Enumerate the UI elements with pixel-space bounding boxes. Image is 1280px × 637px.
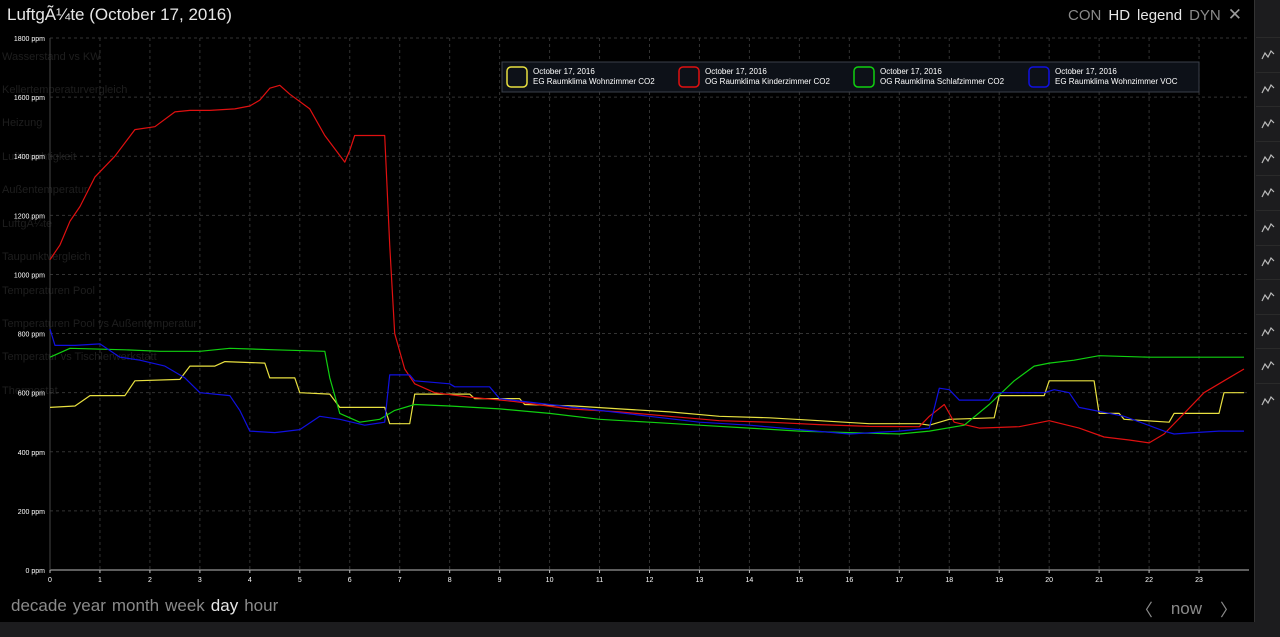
y-tick-label: 0 ppm [26, 568, 46, 575]
x-tick-label: 1 [98, 577, 102, 584]
x-tick-label: 15 [795, 577, 803, 584]
chart-icon[interactable] [1256, 382, 1280, 418]
range-selector: decade year month week day hour [11, 596, 278, 616]
range-decade-button[interactable]: decade [11, 596, 67, 616]
legend-label: EG Raumklima Wohnzimmer VOC [1055, 77, 1178, 86]
x-tick-label: 14 [746, 577, 754, 584]
x-tick-label: 3 [198, 577, 202, 584]
toolbar-hd-button[interactable]: HD [1108, 7, 1130, 24]
x-tick-label: 8 [448, 577, 452, 584]
range-week-button[interactable]: week [165, 596, 205, 616]
legend-label: EG Raumklima Wohnzimmer CO2 [533, 77, 655, 86]
x-tick-label: 11 [596, 577, 603, 584]
legend-date: October 17, 2016 [705, 67, 767, 76]
series-line-4[interactable] [49, 328, 1244, 435]
legend-date: October 17, 2016 [1055, 67, 1117, 76]
x-tick-label: 0 [48, 577, 52, 584]
x-tick-label: 17 [895, 577, 903, 584]
chart-icon[interactable] [1256, 106, 1280, 141]
x-tick-label: 18 [945, 577, 953, 584]
toolbar: CON HD legend DYN ✕ [1068, 5, 1242, 25]
x-tick-label: 12 [646, 577, 654, 584]
x-tick-label: 21 [1095, 577, 1103, 584]
y-tick-label: 1800 ppm [14, 36, 45, 43]
chart-icon[interactable] [1256, 279, 1280, 314]
y-tick-label: 400 ppm [18, 450, 45, 457]
chart-icon[interactable] [1256, 175, 1280, 210]
x-tick-label: 7 [398, 577, 402, 584]
series-line-2[interactable] [49, 84, 1245, 444]
y-tick-label: 1200 ppm [14, 213, 45, 220]
legend-date: October 17, 2016 [533, 67, 595, 76]
y-tick-label: 800 ppm [18, 332, 45, 339]
x-tick-label: 13 [696, 577, 704, 584]
chart-icon[interactable] [1256, 313, 1280, 349]
side-chart-menu [1256, 37, 1280, 418]
y-tick-label: 1000 ppm [14, 272, 45, 279]
range-year-button[interactable]: year [73, 596, 106, 616]
x-tick-label: 6 [348, 577, 352, 584]
next-chevron-icon[interactable]: 〉 [1220, 596, 1237, 621]
y-tick-label: 1400 ppm [14, 154, 45, 161]
x-tick-label: 4 [248, 577, 252, 584]
chart-icon[interactable] [1256, 37, 1280, 72]
now-button[interactable]: now [1171, 599, 1202, 619]
time-navigation: 〈 now 〉 [1136, 596, 1237, 621]
x-tick-label: 19 [995, 577, 1003, 584]
x-tick-label: 9 [498, 577, 502, 584]
series-line-3[interactable] [49, 347, 1244, 435]
legend-label: OG Raumklima Schlafzimmer CO2 [880, 77, 1005, 86]
x-tick-label: 10 [546, 577, 554, 584]
x-tick-label: 22 [1145, 577, 1153, 584]
chart-icon[interactable] [1256, 348, 1280, 383]
toolbar-con-button[interactable]: CON [1068, 7, 1101, 24]
range-day-button[interactable]: day [211, 596, 238, 616]
chart-icon[interactable] [1256, 71, 1280, 107]
y-tick-label: 600 ppm [18, 391, 45, 398]
chart-window: LuftgÃ¼te (October 17, 2016) CON HD lege… [0, 0, 1255, 622]
chart-icon[interactable] [1256, 244, 1280, 280]
x-tick-label: 2 [148, 577, 152, 584]
toolbar-legend-button[interactable]: legend [1137, 7, 1182, 24]
line-chart: 0 ppm 200 ppm 400 ppm 600 ppm 800 ppm 1000 pp… [14, 36, 1249, 584]
chart-icon[interactable] [1256, 140, 1280, 176]
prev-chevron-icon[interactable]: 〈 [1136, 596, 1153, 621]
x-tick-label: 5 [298, 577, 302, 584]
window-title: LuftgÃ¼te (October 17, 2016) [7, 5, 232, 24]
toolbar-dyn-button[interactable]: DYN [1189, 7, 1221, 24]
x-tick-label: 16 [845, 577, 853, 584]
y-tick-label: 200 ppm [18, 509, 45, 516]
y-tick-label: 1600 ppm [14, 95, 45, 102]
x-tick-label: 20 [1045, 577, 1053, 584]
legend-label: OG Raumklima Kinderzimmer CO2 [705, 77, 830, 86]
range-month-button[interactable]: month [112, 596, 159, 616]
chart-icon[interactable] [1256, 209, 1280, 245]
range-hour-button[interactable]: hour [244, 596, 278, 616]
legend-date: October 17, 2016 [880, 67, 942, 76]
x-tick-label: 23 [1195, 577, 1203, 584]
close-icon[interactable]: ✕ [1228, 5, 1242, 25]
